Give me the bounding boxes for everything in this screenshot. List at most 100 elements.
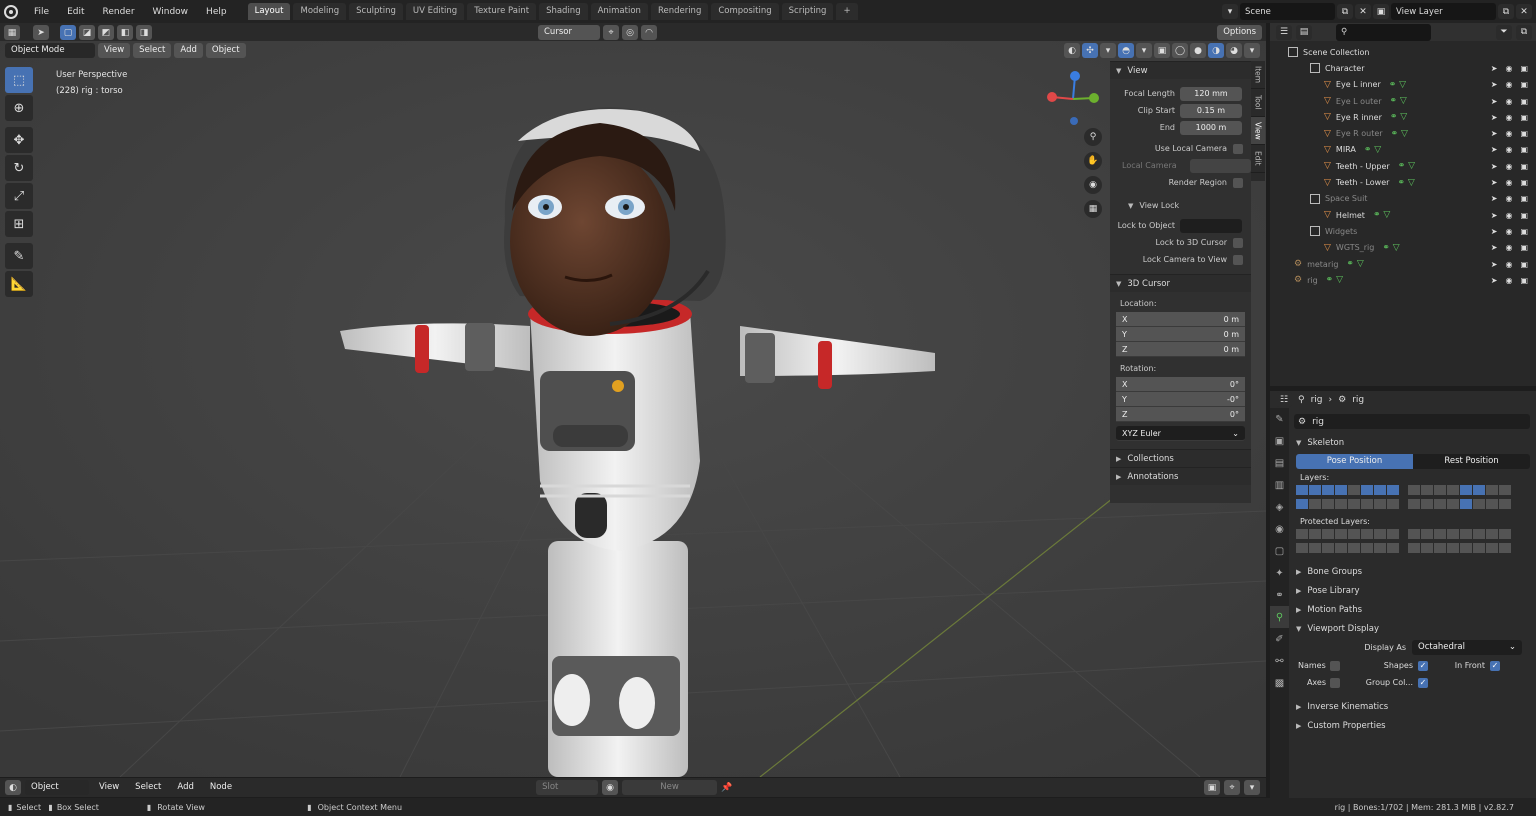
select-arrow-icon[interactable]: ➤ [1491,80,1498,89]
rotation-mode-dropdown[interactable]: XYZ Euler ⌄ [1116,426,1245,441]
eye-icon[interactable]: ◉ [1505,243,1512,252]
material-icon[interactable]: ◉ [602,780,619,795]
select-arrow-icon[interactable]: ➤ [1491,178,1498,187]
camera-icon[interactable]: ▣ [1520,227,1528,236]
3d-cursor-section-header[interactable]: ▼ 3D Cursor [1110,274,1251,292]
data-name-field[interactable]: ⚙ rig [1294,414,1530,429]
editor-type-icon[interactable]: ▦ [4,25,20,40]
eye-icon[interactable]: ◉ [1505,64,1512,73]
eye-icon[interactable]: ◉ [1505,178,1512,187]
outliner-row[interactable]: ⚙ rig ⚭ ▽ ➤ ◉ ▣ [1270,272,1536,288]
select-arrow-icon[interactable]: ➤ [1491,260,1498,269]
select-subtract-icon[interactable]: ◩ [98,25,114,40]
lock-camera-to-view-checkbox[interactable] [1233,254,1243,265]
outliner-row[interactable]: Character ➤ ◉ ▣ [1270,60,1536,76]
new-scene-icon[interactable]: ⧉ [1337,4,1353,19]
custom-properties-section[interactable]: ▶ Custom Properties [1290,716,1536,735]
shading-dropdown-icon[interactable]: ▾ [1244,43,1260,58]
new-view-layer-icon[interactable]: ⧉ [1498,4,1514,19]
tool-icon[interactable]: ✎ [1270,408,1289,430]
world-icon[interactable]: ◉ [1270,518,1289,540]
select-extend-icon[interactable]: ◪ [79,25,95,40]
add-workspace-button[interactable]: + [836,3,858,20]
protected-layers-grid[interactable] [1290,529,1536,556]
xray-icon[interactable]: ▣ [1154,43,1170,58]
ortho-grid-icon[interactable]: ▦ [1084,200,1102,218]
proportional-icon[interactable]: ◎ [622,25,638,40]
outliner-row[interactable]: ▽ Eye L outer ⚭ ▽ ➤ ◉ ▣ [1270,93,1536,109]
tab-rendering[interactable]: Rendering [650,3,709,20]
blender-logo-icon[interactable] [4,4,18,19]
location-y-field[interactable]: Y0 m [1116,327,1245,342]
new-material-button[interactable]: New [622,780,718,795]
in-front-checkbox[interactable]: ✓ [1490,660,1500,671]
tab-compositing[interactable]: Compositing [711,3,779,20]
menu-select[interactable]: Select [129,780,167,795]
menu-node[interactable]: Node [204,780,238,795]
tab-tool[interactable]: Tool [1251,89,1265,117]
names-checkbox[interactable] [1330,660,1340,671]
rotation-z-field[interactable]: Z 0° [1116,407,1245,422]
wireframe-shading-icon[interactable]: ◯ [1172,43,1188,58]
camera-icon[interactable]: ▣ [1520,80,1528,89]
rest-position-button[interactable]: Rest Position [1413,454,1530,469]
tab-scripting[interactable]: Scripting [781,3,834,20]
slot-dropdown[interactable]: Slot [536,780,599,795]
modifier-icon[interactable]: ✦ [1270,562,1289,584]
armature-data-icon[interactable]: ⚲ [1270,606,1289,628]
move-tool-icon[interactable]: ✥ [5,127,33,153]
eye-icon[interactable]: ◉ [1505,97,1512,106]
menu-add[interactable]: Add [171,780,199,795]
camera-icon[interactable]: ▣ [1520,129,1528,138]
outliner-row[interactable]: ⚙ metarig ⚭ ▽ ➤ ◉ ▣ [1270,256,1536,272]
snap-dropdown-icon[interactable]: ▾ [1244,780,1260,795]
modifier-data-icon[interactable]: ⚭ ▽ [1346,259,1363,269]
focal-length-field[interactable]: 120 mm [1180,86,1242,101]
delete-view-layer-icon[interactable]: ✕ [1516,4,1532,19]
lock-to-3d-cursor-checkbox[interactable] [1233,237,1243,248]
overlay-icon[interactable]: ◓ [1118,43,1134,58]
eye-icon[interactable]: ◉ [1505,80,1512,89]
outliner-row[interactable]: ▽ WGTS_rig ⚭ ▽ ➤ ◉ ▣ [1270,240,1536,256]
select-arrow-icon[interactable]: ➤ [1491,113,1498,122]
tab-modeling[interactable]: Modeling [293,3,347,20]
outliner-row[interactable]: ▽ Teeth - Lower ⚭ ▽ ➤ ◉ ▣ [1270,174,1536,190]
camera-icon[interactable]: ▣ [1520,194,1528,203]
eye-icon[interactable]: ◉ [1505,211,1512,220]
select-arrow-icon[interactable]: ➤ [1491,243,1498,252]
annotations-section[interactable]: ▶ Annotations [1110,467,1251,485]
modifier-data-icon[interactable]: ⚭ ▽ [1390,112,1407,122]
output-icon[interactable]: ▤ [1270,452,1289,474]
transform-pivot-dropdown[interactable]: Cursor [538,25,600,40]
outliner-editor-icon[interactable]: ☰ [1276,24,1292,40]
menu-file[interactable]: File [26,7,57,17]
pose-position-button[interactable]: Pose Position [1296,454,1413,469]
outliner-search-input[interactable]: ⚲ [1336,23,1431,41]
render-icon[interactable]: ▣ [1270,430,1289,452]
modifier-data-icon[interactable]: ⚭ ▽ [1382,243,1399,253]
motion-paths-section[interactable]: ▶ Motion Paths [1290,600,1536,619]
rotation-y-field[interactable]: Y -0° [1116,392,1245,407]
select-arrow-icon[interactable]: ➤ [1491,129,1498,138]
camera-icon[interactable]: ▣ [1520,145,1528,154]
select-arrow-icon[interactable]: ➤ [1491,145,1498,154]
snap-icon[interactable]: ⌖ [1224,780,1240,795]
eye-icon[interactable]: ◉ [1505,162,1512,171]
use-local-camera-checkbox[interactable] [1233,143,1243,154]
constraint-icon[interactable]: ⚭ [1270,584,1289,606]
scene-selector[interactable]: Scene [1240,3,1335,20]
layers-grid[interactable] [1290,485,1536,512]
camera-icon[interactable]: ▣ [1520,211,1528,220]
eye-icon[interactable]: ◉ [1505,194,1512,203]
pose-library-section[interactable]: ▶ Pose Library [1290,581,1536,600]
menu-select[interactable]: Select [133,43,172,58]
select-box-tool-icon[interactable]: ⬚ [5,67,33,93]
modifier-data-icon[interactable]: ⚭ ▽ [1390,96,1407,106]
camera-icon[interactable]: ▣ [1520,178,1528,187]
rotate-tool-icon[interactable]: ↻ [5,155,33,181]
eye-icon[interactable]: ◉ [1505,145,1512,154]
modifier-data-icon[interactable]: ⚭ ▽ [1364,145,1381,155]
bone-constraint-icon[interactable]: ⚯ [1270,650,1289,672]
select-arrow-icon[interactable]: ➤ [1491,227,1498,236]
select-arrow-icon[interactable]: ➤ [1491,162,1498,171]
